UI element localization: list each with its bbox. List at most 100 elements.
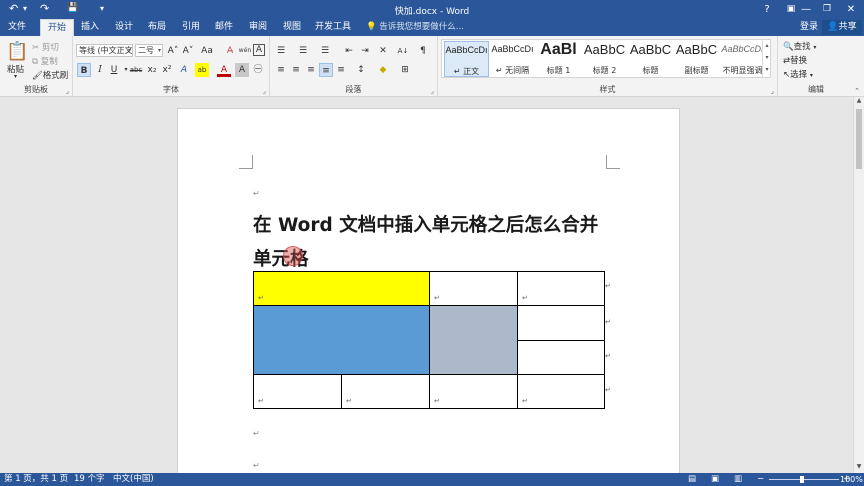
tab-mailings[interactable]: 邮件	[210, 19, 238, 36]
document-area[interactable]: ↵ 在 Word 文档中插入单元格之后怎么合并单元格 I ↵ ↵ ↵ ↵ ↵ ↵…	[0, 97, 864, 473]
paragraph-launcher-icon[interactable]: ⌟	[431, 87, 434, 95]
maximize-button[interactable]: ❐	[816, 1, 838, 18]
distributed-icon[interactable]: ≡	[334, 63, 348, 77]
table-cell[interactable]: ↵	[253, 374, 342, 409]
style-subtitle[interactable]: AaBbC 副标题	[674, 41, 719, 77]
language-status[interactable]: 中文(中国)	[113, 474, 154, 485]
page-count[interactable]: 第 1 页，共 1 页	[4, 474, 68, 485]
bullets-icon[interactable]: ☰	[274, 44, 288, 58]
align-right-icon[interactable]: ≡	[304, 63, 318, 77]
vertical-scrollbar[interactable]: ▲ ▼	[853, 97, 864, 473]
zoom-slider-knob[interactable]	[800, 476, 804, 483]
numbering-icon[interactable]: ☰	[296, 44, 310, 58]
gallery-scroll[interactable]: ▴ ▾ ▾	[762, 40, 771, 77]
change-case-icon[interactable]: Aa	[198, 44, 216, 58]
styles-launcher-icon[interactable]: ⌟	[771, 87, 774, 95]
font-name-combo[interactable]: 等线 (中文正文) ▾	[76, 44, 133, 57]
word-table[interactable]: ↵ ↵ ↵ ↵ ↵ ↵ ↵	[253, 271, 605, 409]
zoom-out-button[interactable]: −	[757, 474, 764, 485]
paste-dropdown-icon[interactable]: ▾	[14, 73, 17, 80]
zoom-level[interactable]: 100%	[840, 474, 863, 485]
close-button[interactable]: ✕	[840, 1, 862, 18]
font-color-icon[interactable]: A	[217, 63, 231, 77]
tab-developer[interactable]: 开发工具	[313, 19, 353, 36]
style-no-spacing[interactable]: AaBbCcDı ↵ 无间隔	[490, 41, 535, 77]
format-painter-button[interactable]: 🖌格式刷	[32, 69, 68, 81]
clear-format-icon[interactable]: A̶	[223, 44, 237, 58]
tab-references[interactable]: 引用	[177, 19, 205, 36]
tab-insert[interactable]: 插入	[76, 19, 104, 36]
scroll-up-icon[interactable]: ▲	[854, 97, 864, 107]
tab-file[interactable]: 文件	[0, 19, 34, 36]
justify-icon[interactable]: ≡	[319, 63, 333, 77]
tab-home[interactable]: 开始	[40, 19, 74, 36]
copy-button[interactable]: ⧉ 复制	[32, 55, 58, 67]
table-cell[interactable]	[517, 305, 605, 341]
style-heading-1[interactable]: AaBl 标题 1	[536, 41, 581, 77]
table-cell[interactable]	[517, 340, 605, 375]
chinese-layout-icon[interactable]: ✕	[376, 44, 390, 58]
shading-icon[interactable]: ◆	[376, 63, 390, 77]
login-link[interactable]: 登录	[800, 19, 818, 36]
highlight-icon[interactable]: ab	[195, 63, 209, 77]
style-normal[interactable]: AaBbCcDı ↵ 正文	[444, 41, 489, 77]
bold-button[interactable]: B	[77, 63, 91, 77]
align-left-icon[interactable]: ≡	[274, 63, 288, 77]
replace-button[interactable]: ⇄替换	[783, 54, 807, 66]
tab-design[interactable]: 设计	[110, 19, 138, 36]
font-launcher-icon[interactable]: ⌟	[263, 87, 266, 95]
document-heading[interactable]: 在 Word 文档中插入单元格之后怎么合并单元格	[253, 209, 613, 277]
tab-review[interactable]: 审阅	[244, 19, 272, 36]
table-cell-merged-gray[interactable]	[429, 305, 518, 375]
table-cell[interactable]: ↵	[517, 271, 605, 306]
table-cell-merged-blue[interactable]	[253, 305, 430, 375]
paste-icon[interactable]: 📋	[6, 41, 28, 62]
tab-layout[interactable]: 布局	[143, 19, 171, 36]
web-layout-icon[interactable]: ▥	[734, 474, 742, 485]
find-button[interactable]: 🔍查找 ▾	[783, 40, 816, 52]
sort-icon[interactable]: A↓	[396, 44, 410, 58]
enclose-char-icon[interactable]: ㊀	[251, 63, 265, 77]
scroll-thumb[interactable]	[856, 109, 862, 169]
table-cell[interactable]: ↵	[429, 271, 518, 306]
document-page[interactable]: ↵ 在 Word 文档中插入单元格之后怎么合并单元格 I ↵ ↵ ↵ ↵ ↵ ↵…	[177, 108, 680, 473]
word-count[interactable]: 19 个字	[74, 474, 105, 485]
select-button[interactable]: ↖选择 ▾	[783, 68, 813, 80]
align-center-icon[interactable]: ≡	[289, 63, 303, 77]
collapse-ribbon-icon[interactable]: ⌃	[854, 87, 860, 95]
help-button[interactable]: ?	[756, 1, 778, 18]
char-border-icon[interactable]: A	[253, 44, 265, 56]
char-shading-icon[interactable]: A	[235, 63, 249, 77]
font-size-combo[interactable]: 二号 ▾	[135, 44, 163, 57]
minimize-button[interactable]: —	[795, 1, 817, 18]
print-layout-icon[interactable]: ▣	[711, 474, 719, 485]
shrink-font-icon[interactable]: A˅	[181, 44, 195, 58]
share-button[interactable]: 👤共享	[822, 20, 862, 35]
phonetic-guide-icon[interactable]: wén	[238, 44, 252, 58]
style-subtle-emphasis[interactable]: AaBbCcDı 不明显强调	[720, 41, 765, 77]
table-cell[interactable]: ↵	[429, 374, 518, 409]
subscript-button[interactable]: x₂	[145, 63, 159, 77]
tell-me-box[interactable]: 💡 告诉我您想要做什么...	[366, 19, 464, 36]
tab-view[interactable]: 视图	[278, 19, 306, 36]
italic-button[interactable]: I	[93, 63, 107, 77]
text-effects-icon[interactable]: A	[177, 63, 191, 77]
table-cell-merged-yellow[interactable]: ↵	[253, 271, 430, 306]
multilevel-list-icon[interactable]: ☰	[318, 44, 332, 58]
superscript-button[interactable]: x²	[160, 63, 174, 77]
borders-icon[interactable]: ⊞	[398, 63, 412, 77]
zoom-slider[interactable]	[769, 479, 839, 480]
style-title[interactable]: AaBbC 标题	[628, 41, 673, 77]
increase-indent-icon[interactable]: ⇥	[358, 44, 372, 58]
strikethrough-button[interactable]: abc	[128, 63, 144, 77]
table-cell[interactable]: ↵	[341, 374, 430, 409]
decrease-indent-icon[interactable]: ⇤	[342, 44, 356, 58]
style-heading-2[interactable]: AaBbC 标题 2	[582, 41, 627, 77]
scroll-down-icon[interactable]: ▼	[854, 463, 864, 473]
cut-button[interactable]: ✂ 剪切	[32, 41, 59, 53]
grow-font-icon[interactable]: A˄	[166, 44, 180, 58]
table-cell[interactable]: ↵	[517, 374, 605, 409]
read-mode-icon[interactable]: ▤	[688, 474, 696, 485]
line-spacing-icon[interactable]: ↕	[354, 63, 368, 77]
clipboard-launcher-icon[interactable]: ⌟	[66, 87, 69, 95]
